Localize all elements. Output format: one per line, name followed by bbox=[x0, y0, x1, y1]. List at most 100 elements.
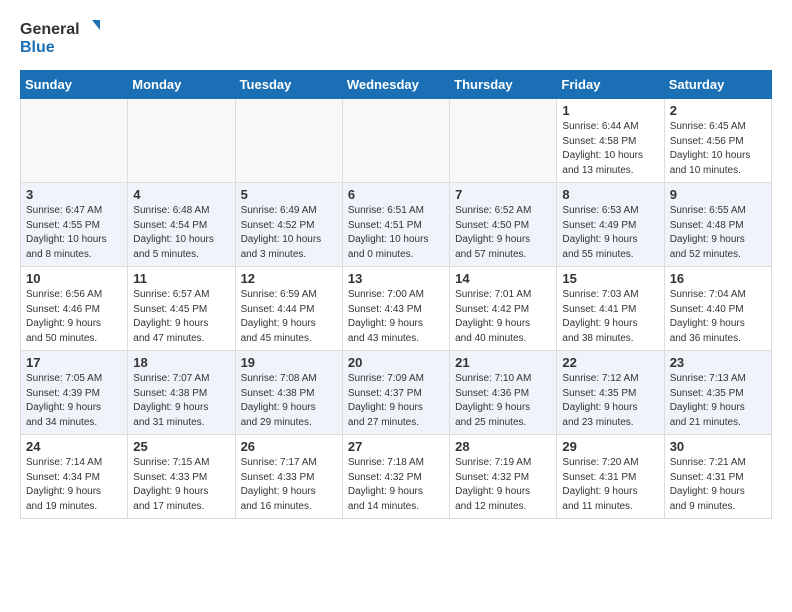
day-info: Sunrise: 6:44 AM Sunset: 4:58 PM Dayligh… bbox=[562, 120, 658, 178]
day-info: Sunrise: 7:00 AM Sunset: 4:43 PM Dayligh… bbox=[348, 288, 444, 346]
week-row-5: 24 Sunrise: 7:14 AM Sunset: 4:34 PM Dayli… bbox=[21, 435, 772, 519]
day-number: 1 bbox=[562, 103, 658, 118]
day-number: 28 bbox=[455, 439, 551, 454]
week-row-1: 1 Sunrise: 6:44 AM Sunset: 4:58 PM Daylig… bbox=[21, 99, 772, 183]
day-number: 9 bbox=[670, 187, 766, 202]
calendar-cell bbox=[342, 99, 449, 183]
calendar-cell: 12 Sunrise: 6:59 AM Sunset: 4:44 PM Dayli… bbox=[235, 267, 342, 351]
day-info: Sunrise: 6:45 AM Sunset: 4:56 PM Dayligh… bbox=[670, 120, 766, 178]
day-number: 30 bbox=[670, 439, 766, 454]
day-info: Sunrise: 7:05 AM Sunset: 4:39 PM Dayligh… bbox=[26, 372, 122, 430]
day-info: Sunrise: 6:52 AM Sunset: 4:50 PM Dayligh… bbox=[455, 204, 551, 262]
day-info: Sunrise: 7:03 AM Sunset: 4:41 PM Dayligh… bbox=[562, 288, 658, 346]
calendar-cell bbox=[235, 99, 342, 183]
week-row-4: 17 Sunrise: 7:05 AM Sunset: 4:39 PM Dayli… bbox=[21, 351, 772, 435]
day-info: Sunrise: 6:51 AM Sunset: 4:51 PM Dayligh… bbox=[348, 204, 444, 262]
svg-text:Blue: Blue bbox=[20, 39, 55, 56]
calendar-table: SundayMondayTuesdayWednesdayThursdayFrid… bbox=[20, 70, 772, 519]
logo-svg: General Blue bbox=[20, 16, 100, 58]
day-number: 7 bbox=[455, 187, 551, 202]
calendar-cell: 10Sunrise: 6:56 AM Sunset: 4:46 PM Dayli… bbox=[21, 267, 128, 351]
calendar-cell: 25 Sunrise: 7:15 AM Sunset: 4:33 PM Dayli… bbox=[128, 435, 235, 519]
day-number: 20 bbox=[348, 355, 444, 370]
calendar-cell: 3 Sunrise: 6:47 AM Sunset: 4:55 PM Daylig… bbox=[21, 183, 128, 267]
calendar-cell: 23 Sunrise: 7:13 AM Sunset: 4:35 PM Dayli… bbox=[664, 351, 771, 435]
day-number: 24 bbox=[26, 439, 122, 454]
logo: General Blue bbox=[20, 16, 100, 58]
day-number: 18 bbox=[133, 355, 229, 370]
header: General Blue bbox=[20, 16, 772, 58]
day-number: 29 bbox=[562, 439, 658, 454]
calendar-cell: 5 Sunrise: 6:49 AM Sunset: 4:52 PM Daylig… bbox=[235, 183, 342, 267]
day-info: Sunrise: 7:18 AM Sunset: 4:32 PM Dayligh… bbox=[348, 456, 444, 514]
week-row-2: 3 Sunrise: 6:47 AM Sunset: 4:55 PM Daylig… bbox=[21, 183, 772, 267]
day-info: Sunrise: 7:13 AM Sunset: 4:35 PM Dayligh… bbox=[670, 372, 766, 430]
day-info: Sunrise: 7:20 AM Sunset: 4:31 PM Dayligh… bbox=[562, 456, 658, 514]
calendar-cell: 4Sunrise: 6:48 AM Sunset: 4:54 PM Daylig… bbox=[128, 183, 235, 267]
day-number: 17 bbox=[26, 355, 122, 370]
calendar-cell: 13 Sunrise: 7:00 AM Sunset: 4:43 PM Dayli… bbox=[342, 267, 449, 351]
calendar-cell bbox=[450, 99, 557, 183]
calendar-cell: 26 Sunrise: 7:17 AM Sunset: 4:33 PM Dayli… bbox=[235, 435, 342, 519]
calendar-cell: 20 Sunrise: 7:09 AM Sunset: 4:37 PM Dayli… bbox=[342, 351, 449, 435]
day-number: 25 bbox=[133, 439, 229, 454]
day-number: 2 bbox=[670, 103, 766, 118]
page-container: General Blue SundayMondayTuesdayWednesda… bbox=[0, 0, 792, 529]
day-info: Sunrise: 6:55 AM Sunset: 4:48 PM Dayligh… bbox=[670, 204, 766, 262]
day-info: Sunrise: 7:09 AM Sunset: 4:37 PM Dayligh… bbox=[348, 372, 444, 430]
calendar-cell: 17 Sunrise: 7:05 AM Sunset: 4:39 PM Dayli… bbox=[21, 351, 128, 435]
calendar-cell: 2 Sunrise: 6:45 AM Sunset: 4:56 PM Daylig… bbox=[664, 99, 771, 183]
day-number: 13 bbox=[348, 271, 444, 286]
day-info: Sunrise: 7:04 AM Sunset: 4:40 PM Dayligh… bbox=[670, 288, 766, 346]
day-number: 8 bbox=[562, 187, 658, 202]
day-info: Sunrise: 6:49 AM Sunset: 4:52 PM Dayligh… bbox=[241, 204, 337, 262]
calendar-cell: 22Sunrise: 7:12 AM Sunset: 4:35 PM Dayli… bbox=[557, 351, 664, 435]
day-number: 14 bbox=[455, 271, 551, 286]
day-number: 6 bbox=[348, 187, 444, 202]
calendar-cell bbox=[128, 99, 235, 183]
calendar-cell: 18Sunrise: 7:07 AM Sunset: 4:38 PM Dayli… bbox=[128, 351, 235, 435]
calendar-cell: 30Sunrise: 7:21 AM Sunset: 4:31 PM Dayli… bbox=[664, 435, 771, 519]
day-number: 15 bbox=[562, 271, 658, 286]
day-number: 3 bbox=[26, 187, 122, 202]
calendar-cell bbox=[21, 99, 128, 183]
col-header-saturday: Saturday bbox=[664, 71, 771, 99]
calendar-cell: 11Sunrise: 6:57 AM Sunset: 4:45 PM Dayli… bbox=[128, 267, 235, 351]
day-number: 23 bbox=[670, 355, 766, 370]
day-number: 26 bbox=[241, 439, 337, 454]
day-number: 11 bbox=[133, 271, 229, 286]
day-info: Sunrise: 6:59 AM Sunset: 4:44 PM Dayligh… bbox=[241, 288, 337, 346]
day-info: Sunrise: 7:14 AM Sunset: 4:34 PM Dayligh… bbox=[26, 456, 122, 514]
calendar-cell: 15 Sunrise: 7:03 AM Sunset: 4:41 PM Dayli… bbox=[557, 267, 664, 351]
calendar-cell: 19 Sunrise: 7:08 AM Sunset: 4:38 PM Dayli… bbox=[235, 351, 342, 435]
calendar-cell: 6 Sunrise: 6:51 AM Sunset: 4:51 PM Daylig… bbox=[342, 183, 449, 267]
day-number: 21 bbox=[455, 355, 551, 370]
calendar-cell: 1 Sunrise: 6:44 AM Sunset: 4:58 PM Daylig… bbox=[557, 99, 664, 183]
col-header-tuesday: Tuesday bbox=[235, 71, 342, 99]
header-row: SundayMondayTuesdayWednesdayThursdayFrid… bbox=[21, 71, 772, 99]
calendar-cell: 28 Sunrise: 7:19 AM Sunset: 4:32 PM Dayli… bbox=[450, 435, 557, 519]
calendar-cell: 21 Sunrise: 7:10 AM Sunset: 4:36 PM Dayli… bbox=[450, 351, 557, 435]
calendar-cell: 8 Sunrise: 6:53 AM Sunset: 4:49 PM Daylig… bbox=[557, 183, 664, 267]
day-number: 5 bbox=[241, 187, 337, 202]
col-header-friday: Friday bbox=[557, 71, 664, 99]
day-info: Sunrise: 6:53 AM Sunset: 4:49 PM Dayligh… bbox=[562, 204, 658, 262]
day-info: Sunrise: 7:08 AM Sunset: 4:38 PM Dayligh… bbox=[241, 372, 337, 430]
day-info: Sunrise: 7:12 AM Sunset: 4:35 PM Dayligh… bbox=[562, 372, 658, 430]
day-info: Sunrise: 7:15 AM Sunset: 4:33 PM Dayligh… bbox=[133, 456, 229, 514]
day-number: 19 bbox=[241, 355, 337, 370]
day-info: Sunrise: 6:47 AM Sunset: 4:55 PM Dayligh… bbox=[26, 204, 122, 262]
day-number: 10 bbox=[26, 271, 122, 286]
calendar-cell: 29 Sunrise: 7:20 AM Sunset: 4:31 PM Dayli… bbox=[557, 435, 664, 519]
col-header-wednesday: Wednesday bbox=[342, 71, 449, 99]
day-number: 12 bbox=[241, 271, 337, 286]
day-number: 16 bbox=[670, 271, 766, 286]
day-info: Sunrise: 7:17 AM Sunset: 4:33 PM Dayligh… bbox=[241, 456, 337, 514]
day-info: Sunrise: 7:10 AM Sunset: 4:36 PM Dayligh… bbox=[455, 372, 551, 430]
calendar-cell: 16 Sunrise: 7:04 AM Sunset: 4:40 PM Dayli… bbox=[664, 267, 771, 351]
day-info: Sunrise: 7:19 AM Sunset: 4:32 PM Dayligh… bbox=[455, 456, 551, 514]
day-info: Sunrise: 7:01 AM Sunset: 4:42 PM Dayligh… bbox=[455, 288, 551, 346]
day-number: 27 bbox=[348, 439, 444, 454]
day-info: Sunrise: 6:48 AM Sunset: 4:54 PM Dayligh… bbox=[133, 204, 229, 262]
col-header-sunday: Sunday bbox=[21, 71, 128, 99]
